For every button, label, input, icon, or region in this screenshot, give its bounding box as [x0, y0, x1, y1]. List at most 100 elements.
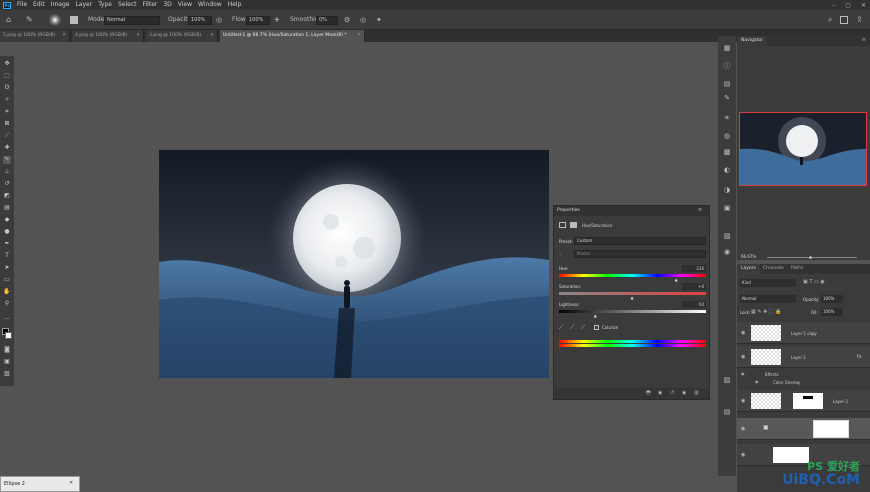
saturation-value[interactable]: +0	[682, 283, 706, 290]
close-icon[interactable]: ✕	[62, 30, 66, 42]
brush-tool-icon[interactable]: ✎	[26, 15, 33, 25]
close-icon[interactable]: ✕	[69, 480, 73, 486]
mask-icon[interactable]	[570, 222, 577, 228]
move-tool-icon[interactable]: ✥	[3, 60, 11, 68]
history-brush-icon[interactable]: ↺	[3, 180, 11, 188]
symmetry-icon[interactable]: ✦	[376, 15, 382, 25]
canvas[interactable]	[159, 150, 549, 378]
quick-select-icon[interactable]: ✧	[3, 96, 11, 104]
crop-tool-icon[interactable]: ⌗	[3, 108, 11, 116]
hand-tool-icon[interactable]: ✋	[3, 288, 11, 296]
tab-4-png[interactable]: 4.png @ 100% (RGB/8) ✕	[72, 30, 144, 42]
frame-tool-icon[interactable]: ⊠	[3, 120, 11, 128]
hue-value[interactable]: 216	[682, 265, 706, 272]
brush-preset-icon[interactable]	[48, 14, 62, 26]
clip-icon[interactable]: ⬒	[646, 390, 651, 396]
adjustments-icon[interactable]: ◑	[722, 186, 732, 194]
visibility-icon[interactable]: ◉	[682, 390, 686, 396]
stamp-tool-icon[interactable]: ⊥	[3, 168, 11, 176]
eye-icon[interactable]: ◉	[755, 379, 759, 384]
lightness-slider-thumb[interactable]: ▲	[594, 313, 597, 318]
close-button[interactable]: ✕	[861, 2, 866, 9]
fill-field[interactable]: 100%	[821, 308, 843, 316]
more-tools-icon[interactable]: …	[3, 314, 11, 322]
menu-layer[interactable]: Layer	[75, 0, 92, 10]
menu-view[interactable]: View	[178, 0, 192, 10]
channels-icon[interactable]: ◉	[722, 248, 732, 256]
navigator-preview[interactable]	[739, 112, 867, 186]
eye-icon[interactable]: ◉	[741, 354, 745, 360]
layer-kind-filter[interactable]: Kind	[740, 279, 796, 287]
menu-file[interactable]: File	[17, 0, 27, 10]
shape-tool-icon[interactable]: ▭	[3, 276, 11, 284]
tab-5-png[interactable]: 5.png @ 100% (RGB/8) ✕	[0, 30, 70, 42]
eye-icon[interactable]: ◉	[741, 330, 745, 336]
panel-menu-icon[interactable]: ≡	[862, 37, 866, 43]
close-icon[interactable]: ✕	[136, 30, 140, 42]
preset-select[interactable]: Custom	[574, 237, 706, 245]
menu-edit[interactable]: Edit	[33, 0, 45, 10]
saturation-slider-thumb[interactable]: ▲	[631, 295, 634, 300]
lasso-tool-icon[interactable]: ʘ	[3, 84, 11, 92]
mode-select[interactable]: Normal	[104, 16, 160, 25]
pressure-size-icon[interactable]: ◎	[360, 15, 366, 25]
eyedropper-plus-icon[interactable]: ⟋	[570, 324, 574, 332]
gradient-tool-icon[interactable]: ▤	[3, 204, 11, 212]
lock-icons[interactable]: ▦ ✎ ✥ ⬚ 🔒	[751, 309, 781, 315]
app-logo[interactable]: Ps	[3, 1, 11, 9]
zoom-tool-icon[interactable]: ⚲	[3, 300, 11, 308]
pen-tool-icon[interactable]: ✒	[3, 240, 11, 248]
eye-icon[interactable]: ◉	[741, 426, 745, 432]
layer-row-layer-2[interactable]: ◉ Layer 2	[737, 390, 870, 412]
quick-mask-icon[interactable]: ◙	[3, 346, 11, 354]
workspace-icon[interactable]	[840, 16, 848, 24]
trash-icon[interactable]: ▥	[694, 390, 699, 396]
path-select-icon[interactable]: ➤	[3, 264, 11, 272]
filter-icons[interactable]: ▣ T ▭ ◉	[803, 279, 825, 285]
dodge-tool-icon[interactable]: ●	[3, 228, 11, 236]
layer-row-hue-saturation[interactable]: ◉ ▣	[737, 418, 870, 440]
background-color[interactable]	[5, 332, 12, 339]
eyedropper-icon[interactable]: ⟋	[559, 324, 563, 332]
minimize-button[interactable]: –	[832, 2, 835, 9]
menu-3d[interactable]: 3D	[163, 0, 171, 10]
smoothing-field[interactable]: 0%	[316, 16, 338, 25]
lightness-slider[interactable]	[559, 310, 706, 313]
brush-panel-icon[interactable]	[70, 16, 78, 24]
view-previous-icon[interactable]: ◉	[658, 390, 662, 396]
fx-icon[interactable]: fx	[857, 354, 862, 360]
hue-slider[interactable]	[559, 274, 706, 277]
tab-channels[interactable]: Channels	[759, 264, 788, 274]
blur-tool-icon[interactable]: ◆	[3, 216, 11, 224]
hue-slider-thumb[interactable]: ▲	[675, 277, 678, 282]
tab-3-png[interactable]: 3.png @ 100% (RGB/8) ✕	[146, 30, 218, 42]
pressure-opacity-icon[interactable]: ◎	[216, 15, 222, 25]
eraser-tool-icon[interactable]: ◩	[3, 192, 11, 200]
layers-icon[interactable]: ▧	[722, 232, 732, 240]
settings-gear-icon[interactable]: ⚙	[344, 15, 350, 25]
menu-window[interactable]: Window	[198, 0, 222, 10]
airbrush-icon[interactable]: ✈	[274, 15, 280, 25]
share-icon[interactable]: ⇪	[856, 15, 863, 25]
eye-icon[interactable]: ◉	[741, 371, 745, 376]
eyedropper-icon[interactable]: ⟋	[3, 132, 11, 140]
layer-opacity-field[interactable]: 100%	[821, 295, 843, 303]
effects-row[interactable]: ◉ Effects	[737, 370, 870, 378]
tab-layers[interactable]: Layers	[737, 264, 760, 274]
color-icon[interactable]: ◍	[722, 132, 732, 140]
blend-mode-select[interactable]: Normal	[740, 295, 796, 303]
paths-icon[interactable]: ▨	[722, 376, 732, 384]
menu-image[interactable]: Image	[51, 0, 70, 10]
reset-icon[interactable]: ↺	[670, 390, 674, 396]
history-icon[interactable]: ▦	[722, 44, 732, 52]
close-icon[interactable]: ✕	[210, 30, 214, 42]
brushes-icon[interactable]: ✎	[722, 94, 732, 102]
type-tool-icon[interactable]: T	[3, 252, 11, 260]
target-hand-icon[interactable]: ☝	[559, 252, 562, 258]
menu-filter[interactable]: Filter	[143, 0, 158, 10]
home-icon[interactable]: ⌂	[6, 15, 11, 25]
maximize-button[interactable]: ▢	[845, 2, 851, 9]
navigator-zoom[interactable]: 66.67%	[741, 254, 756, 259]
light-icon[interactable]: ☀	[722, 114, 732, 122]
styles-icon[interactable]: ▣	[722, 204, 732, 212]
